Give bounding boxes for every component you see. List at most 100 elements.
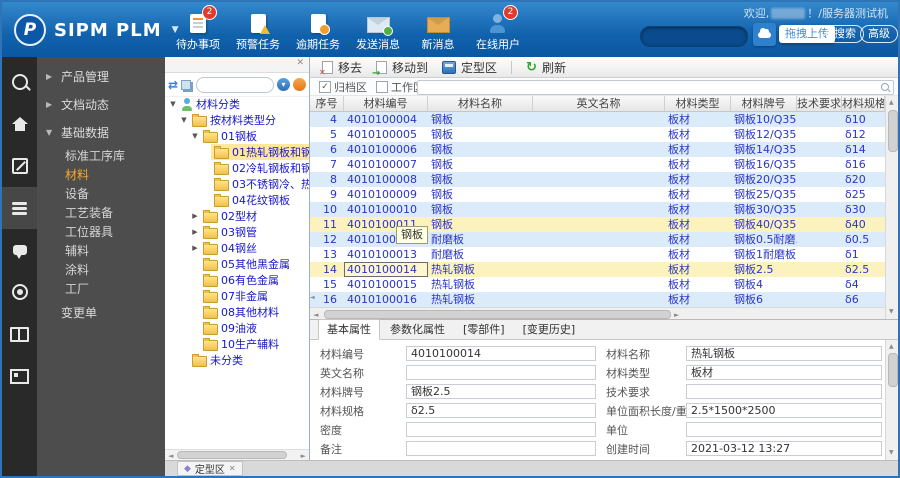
tree-expander-icon[interactable]: ▼ bbox=[168, 100, 178, 108]
cell[interactable] bbox=[533, 262, 665, 277]
cell[interactable]: 钢板0.5耐磨... bbox=[731, 232, 797, 247]
cell[interactable]: 钢板30/Q35... bbox=[731, 202, 797, 217]
cell[interactable]: 10 bbox=[310, 202, 344, 217]
tree-expander-icon[interactable]: ▼ bbox=[190, 132, 200, 140]
table-row[interactable]: 74010100007钢板 板材钢板16/Q35... δ16 bbox=[310, 157, 885, 172]
cell[interactable]: 8 bbox=[310, 172, 344, 187]
cell[interactable] bbox=[533, 202, 665, 217]
tree-node[interactable]: ▼ 01钢板 bbox=[165, 128, 309, 144]
cell[interactable]: 钢板 bbox=[428, 187, 533, 202]
cell[interactable]: 钢板1耐磨板 bbox=[731, 247, 797, 262]
rail-item-chat[interactable] bbox=[2, 229, 37, 271]
cell[interactable]: δ14 bbox=[842, 142, 885, 157]
cell[interactable]: 钢板12/Q35... bbox=[731, 127, 797, 142]
cell[interactable] bbox=[533, 127, 665, 142]
cell[interactable]: 钢板25/Q35... bbox=[731, 187, 797, 202]
menu-subitem-2-2[interactable]: 设备 bbox=[37, 185, 165, 204]
table-row[interactable]: 104010100010钢板 板材钢板30/Q35... δ30 bbox=[310, 202, 885, 217]
rail-item-edit[interactable] bbox=[2, 145, 37, 187]
menu-subitem-2-5[interactable]: 辅料 bbox=[37, 242, 165, 261]
cell[interactable]: 板材 bbox=[665, 292, 731, 307]
cell[interactable]: 板材 bbox=[665, 142, 731, 157]
cell[interactable]: 板材 bbox=[665, 187, 731, 202]
cell[interactable]: 7 bbox=[310, 157, 344, 172]
cell[interactable] bbox=[797, 142, 842, 157]
filter-checkbox-0[interactable]: ✓ 归档区 bbox=[319, 79, 367, 95]
global-search-input[interactable] bbox=[640, 26, 748, 47]
menu-item-0[interactable]: ▶ 产品管理 bbox=[37, 63, 165, 91]
tree-node[interactable]: 07非金属 bbox=[165, 288, 309, 304]
cell[interactable]: 钢板 bbox=[428, 112, 533, 127]
tree-node[interactable]: 01热轧钢板和钢带 bbox=[165, 144, 309, 160]
cell[interactable] bbox=[797, 262, 842, 277]
tab-0[interactable]: 基本属性 bbox=[318, 319, 380, 340]
cell[interactable] bbox=[797, 277, 842, 292]
cell[interactable]: δ2.5 bbox=[842, 262, 885, 277]
cell[interactable]: 4010100010 bbox=[344, 202, 428, 217]
cell[interactable]: 钢板10/Q35... bbox=[731, 112, 797, 127]
cell[interactable]: 板材 bbox=[665, 172, 731, 187]
upload-button[interactable] bbox=[753, 23, 776, 46]
column-header-0[interactable]: 序号 bbox=[310, 96, 344, 112]
cell[interactable]: 钢板 bbox=[428, 127, 533, 142]
tree-expander-icon[interactable]: ▼ bbox=[179, 116, 189, 124]
cell[interactable]: δ40 bbox=[842, 217, 885, 232]
tree-expander-icon[interactable]: ▶ bbox=[190, 244, 200, 252]
cell[interactable]: 板材 bbox=[665, 232, 731, 247]
cell[interactable]: δ12 bbox=[842, 127, 885, 142]
tab-1[interactable]: 参数化属性 bbox=[382, 320, 453, 339]
cell[interactable]: δ1 bbox=[842, 247, 885, 262]
toolbar-zone-button[interactable]: 定型区 bbox=[442, 59, 497, 76]
tree-node[interactable]: 02冷轧钢板和钢带 bbox=[165, 160, 309, 176]
cell[interactable]: 板材 bbox=[665, 247, 731, 262]
cell[interactable]: δ30 bbox=[842, 202, 885, 217]
field-input-6[interactable]: δ2.5 bbox=[406, 403, 596, 418]
menu-item-3[interactable]: 变更单 bbox=[37, 299, 165, 327]
cell[interactable] bbox=[797, 127, 842, 142]
cell[interactable]: 板材 bbox=[665, 217, 731, 232]
cell[interactable]: 4010100013 bbox=[344, 247, 428, 262]
table-row[interactable]: 16 4010100016 热轧钢板 板材 钢板6 δ6 bbox=[310, 292, 885, 307]
scroll-up-icon[interactable]: ▲ bbox=[889, 342, 894, 352]
quicknav-send[interactable]: 发送消息 bbox=[354, 10, 402, 52]
scroll-thumb[interactable] bbox=[888, 353, 898, 387]
tree-node[interactable]: 08其他材料 bbox=[165, 304, 309, 320]
cell[interactable]: δ0.5 bbox=[842, 232, 885, 247]
cell[interactable] bbox=[533, 277, 665, 292]
scroll-thumb[interactable] bbox=[324, 310, 671, 319]
cell[interactable] bbox=[797, 202, 842, 217]
field-input-10[interactable] bbox=[406, 441, 596, 456]
table-row[interactable]: 44010100004钢板 板材钢板10/Q35... δ10 bbox=[310, 112, 885, 127]
tree-node[interactable]: ▼ 按材料类型分 bbox=[165, 112, 309, 128]
search-button[interactable]: 搜索 bbox=[826, 25, 864, 43]
cell[interactable]: 9 bbox=[310, 187, 344, 202]
cell[interactable] bbox=[533, 172, 665, 187]
tree-hscrollbar[interactable]: ◄ ► bbox=[165, 449, 309, 460]
cell[interactable]: 耐磨板 bbox=[428, 232, 533, 247]
cell[interactable]: 钢板 bbox=[428, 142, 533, 157]
scroll-up-icon[interactable]: ▲ bbox=[889, 98, 894, 108]
cell[interactable]: 4010100008 bbox=[344, 172, 428, 187]
scroll-thumb[interactable] bbox=[888, 110, 898, 152]
rail-item-card[interactable] bbox=[2, 355, 37, 397]
advanced-search-button[interactable]: 高级 bbox=[860, 25, 898, 43]
tree-node[interactable]: ▼ 材料分类 bbox=[165, 96, 309, 112]
cell[interactable]: 4010100009 bbox=[344, 187, 428, 202]
tree-node[interactable]: 10生产辅料 bbox=[165, 336, 309, 352]
field-input-9[interactable] bbox=[686, 422, 882, 437]
quicknav-users[interactable]: 2 在线用户 bbox=[474, 5, 522, 52]
cell[interactable]: 板材 bbox=[665, 112, 731, 127]
rail-item-support[interactable] bbox=[2, 271, 37, 313]
cell[interactable]: 板材 bbox=[665, 157, 731, 172]
cell[interactable]: 钢板20/Q35... bbox=[731, 172, 797, 187]
cell[interactable] bbox=[533, 157, 665, 172]
cell[interactable]: 板材 bbox=[665, 127, 731, 142]
menu-subitem-2-1[interactable]: 材料 bbox=[37, 166, 165, 185]
menu-item-2[interactable]: ▼ 基础数据 bbox=[37, 119, 165, 147]
cell[interactable]: 钢板 bbox=[428, 157, 533, 172]
scroll-thumb[interactable] bbox=[177, 451, 287, 459]
field-input-8[interactable] bbox=[406, 422, 596, 437]
menu-subitem-2-0[interactable]: 标准工序库 bbox=[37, 147, 165, 166]
table-hscrollbar[interactable]: ◄ ► bbox=[310, 307, 885, 319]
cell[interactable]: 4010100007 bbox=[344, 157, 428, 172]
